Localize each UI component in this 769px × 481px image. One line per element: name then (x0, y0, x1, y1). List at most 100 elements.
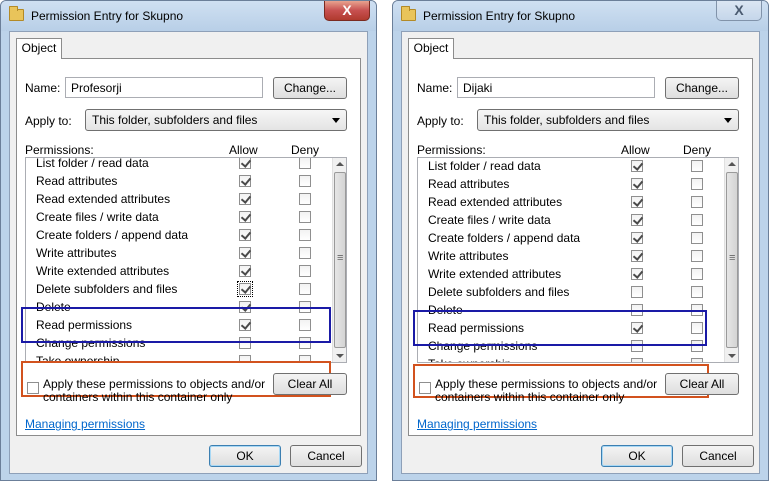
permission-row[interactable]: Create folders / append data (26, 226, 331, 244)
close-button[interactable]: X (716, 1, 762, 21)
allow-checkbox[interactable] (239, 319, 251, 331)
permission-row[interactable]: List folder / read data (26, 158, 331, 172)
deny-checkbox[interactable] (299, 319, 311, 331)
permission-row[interactable]: Write attributes (418, 247, 723, 265)
deny-checkbox[interactable] (691, 286, 703, 298)
deny-checkbox[interactable] (299, 265, 311, 277)
cancel-button[interactable]: Cancel (682, 445, 754, 467)
deny-checkbox[interactable] (299, 337, 311, 349)
cancel-button[interactable]: Cancel (290, 445, 362, 467)
permission-row[interactable]: Change permissions (26, 334, 331, 352)
allow-checkbox[interactable] (631, 178, 643, 190)
allow-checkbox[interactable] (631, 214, 643, 226)
scroll-down-icon[interactable] (728, 354, 736, 358)
permission-row[interactable]: Take ownership (418, 355, 723, 362)
permissions-list[interactable]: List folder / read data Read attributes Re… (25, 157, 347, 363)
permission-row[interactable]: Read permissions (26, 316, 331, 334)
permission-row[interactable]: Delete subfolders and files (418, 283, 723, 301)
deny-checkbox[interactable] (691, 358, 703, 362)
scroll-up-icon[interactable] (728, 162, 736, 166)
change-button[interactable]: Change... (665, 77, 739, 99)
permission-row[interactable]: Read attributes (418, 175, 723, 193)
allow-checkbox[interactable] (631, 196, 643, 208)
tab-object[interactable]: Object (408, 38, 454, 59)
allow-checkbox[interactable] (239, 337, 251, 349)
permissions-list[interactable]: List folder / read data Read attributes Re… (417, 157, 739, 363)
clear-all-button[interactable]: Clear All (665, 373, 739, 395)
permission-row[interactable]: List folder / read data (418, 158, 723, 175)
permission-row[interactable]: Create files / write data (418, 211, 723, 229)
allow-checkbox[interactable] (239, 175, 251, 187)
vertical-scrollbar[interactable] (724, 158, 738, 362)
close-button[interactable]: X (324, 1, 370, 21)
allow-checkbox[interactable] (239, 158, 251, 169)
ok-button[interactable]: OK (209, 445, 281, 467)
deny-checkbox[interactable] (299, 211, 311, 223)
deny-checkbox[interactable] (691, 178, 703, 190)
clear-all-button[interactable]: Clear All (273, 373, 347, 395)
apply-inherit-checkbox[interactable] (27, 382, 39, 394)
permission-row[interactable]: Delete subfolders and files (26, 280, 331, 298)
apply-to-dropdown[interactable]: This folder, subfolders and files (85, 109, 347, 131)
ok-button[interactable]: OK (601, 445, 673, 467)
permission-row[interactable]: Read attributes (26, 172, 331, 190)
managing-permissions-link[interactable]: Managing permissions (25, 417, 145, 431)
allow-checkbox[interactable] (631, 268, 643, 280)
allow-checkbox[interactable] (631, 286, 643, 298)
permission-row[interactable]: Change permissions (418, 337, 723, 355)
permission-row[interactable]: Write extended attributes (26, 262, 331, 280)
deny-checkbox[interactable] (691, 232, 703, 244)
allow-checkbox[interactable] (239, 265, 251, 277)
deny-checkbox[interactable] (691, 160, 703, 172)
deny-checkbox[interactable] (299, 283, 311, 295)
title-bar[interactable]: Permission Entry for Skupno X (1, 1, 376, 31)
deny-checkbox[interactable] (691, 268, 703, 280)
allow-checkbox[interactable] (239, 211, 251, 223)
allow-checkbox[interactable] (631, 358, 643, 362)
deny-checkbox[interactable] (299, 229, 311, 241)
scrollbar-thumb[interactable] (726, 172, 738, 348)
permission-row[interactable]: Read extended attributes (418, 193, 723, 211)
apply-to-dropdown[interactable]: This folder, subfolders and files (477, 109, 739, 131)
permission-row[interactable]: Create folders / append data (418, 229, 723, 247)
deny-checkbox[interactable] (299, 158, 311, 169)
name-field[interactable]: Dijaki (457, 77, 655, 98)
deny-checkbox[interactable] (299, 175, 311, 187)
deny-checkbox[interactable] (299, 193, 311, 205)
allow-checkbox[interactable] (239, 247, 251, 259)
allow-checkbox[interactable] (631, 340, 643, 352)
allow-checkbox[interactable] (631, 304, 643, 316)
deny-checkbox[interactable] (691, 304, 703, 316)
managing-permissions-link[interactable]: Managing permissions (417, 417, 537, 431)
permission-row[interactable]: Create files / write data (26, 208, 331, 226)
change-button[interactable]: Change... (273, 77, 347, 99)
deny-checkbox[interactable] (691, 340, 703, 352)
allow-checkbox[interactable] (239, 301, 251, 313)
tab-object[interactable]: Object (16, 38, 62, 59)
deny-checkbox[interactable] (691, 196, 703, 208)
scroll-up-icon[interactable] (336, 162, 344, 166)
permission-row[interactable]: Delete (26, 298, 331, 316)
allow-checkbox[interactable] (239, 355, 251, 362)
deny-checkbox[interactable] (691, 322, 703, 334)
name-field[interactable]: Profesorji (65, 77, 263, 98)
apply-inherit-checkbox[interactable] (419, 382, 431, 394)
vertical-scrollbar[interactable] (332, 158, 346, 362)
permission-row[interactable]: Write attributes (26, 244, 331, 262)
permission-row[interactable]: Delete (418, 301, 723, 319)
allow-checkbox[interactable] (631, 232, 643, 244)
allow-checkbox[interactable] (239, 229, 251, 241)
permission-row[interactable]: Read permissions (418, 319, 723, 337)
permission-row[interactable]: Read extended attributes (26, 190, 331, 208)
deny-checkbox[interactable] (299, 355, 311, 362)
title-bar[interactable]: Permission Entry for Skupno X (393, 1, 768, 31)
deny-checkbox[interactable] (691, 250, 703, 262)
deny-checkbox[interactable] (299, 301, 311, 313)
scrollbar-thumb[interactable] (334, 172, 346, 348)
permission-row[interactable]: Write extended attributes (418, 265, 723, 283)
allow-checkbox[interactable] (631, 322, 643, 334)
deny-checkbox[interactable] (299, 247, 311, 259)
allow-checkbox[interactable] (631, 160, 643, 172)
allow-checkbox[interactable] (239, 193, 251, 205)
deny-checkbox[interactable] (691, 214, 703, 226)
